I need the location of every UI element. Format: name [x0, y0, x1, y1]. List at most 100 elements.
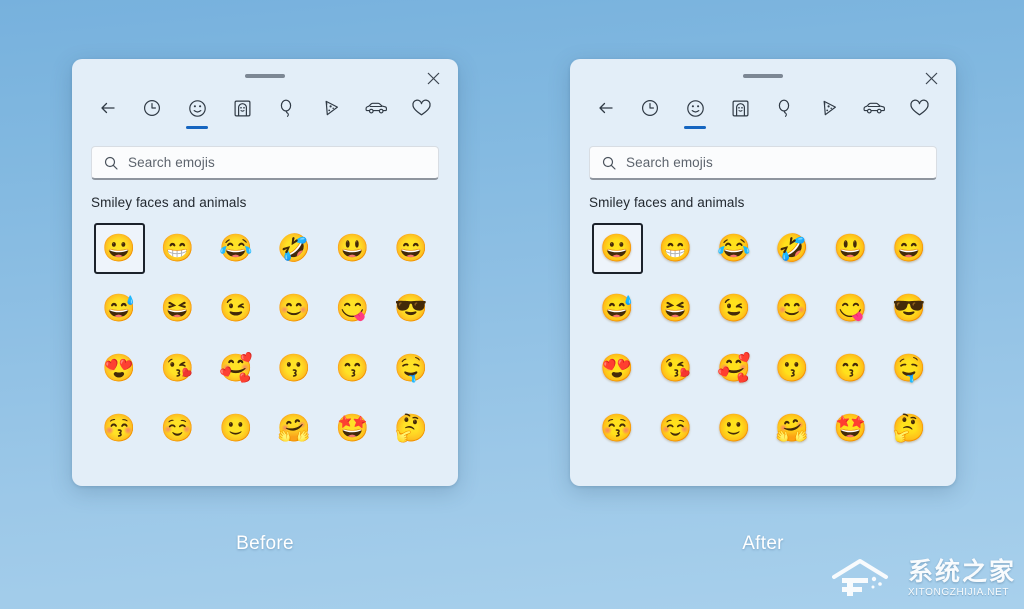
emoji-cell-smiling-face[interactable]: ☺️ — [152, 403, 203, 454]
tab-emoji[interactable] — [673, 95, 718, 135]
emoji-cell-grinning-face[interactable]: 😀 — [591, 222, 643, 274]
tab-underline — [186, 126, 209, 129]
emoji-cell-beaming-face-with-smiling-eyes[interactable]: 😁 — [152, 223, 203, 274]
emoji-cell-beaming-face-with-smiling-eyes[interactable]: 😁 — [650, 223, 701, 274]
tab-celebration[interactable] — [265, 95, 310, 135]
balloon-icon — [277, 95, 297, 121]
emoji-cell-winking-face[interactable]: 😉 — [210, 283, 261, 334]
emoji-cell-smiling-face-with-smiling-eyes[interactable]: 😊 — [767, 283, 818, 334]
emoji-glyph: 🤤 — [892, 352, 926, 383]
emoji-cell-smiling-face-with-hearts[interactable]: 🥰 — [708, 343, 759, 394]
tab-recent[interactable] — [130, 95, 175, 135]
emoji-glyph: 🥰 — [219, 352, 253, 383]
smiley-face-icon — [685, 95, 706, 121]
emoji-cell-grinning-face-with-smiling-eyes[interactable]: 😄 — [883, 223, 934, 274]
emoji-cell-kissing-face-with-closed-eyes[interactable]: 😚 — [592, 403, 643, 454]
emoji-glyph: 🙂 — [219, 412, 253, 443]
close-button[interactable] — [916, 65, 946, 91]
tab-emoji[interactable] — [175, 95, 220, 135]
emoji-glyph: 😚 — [600, 412, 634, 443]
close-button[interactable] — [418, 65, 448, 91]
tab-underline — [97, 126, 119, 129]
emoji-cell-face-with-tears-of-joy[interactable]: 😂 — [210, 223, 261, 274]
emoji-glyph: 🤗 — [277, 412, 311, 443]
emoji-cell-rolling-on-the-floor-laughing[interactable]: 🤣 — [269, 223, 320, 274]
search-input[interactable]: Search emojis — [91, 146, 439, 180]
emoji-cell-hugging-face[interactable]: 🤗 — [767, 403, 818, 454]
emoji-cell-grinning-face-with-sweat[interactable]: 😅 — [592, 283, 643, 334]
emoji-glyph: 😉 — [219, 292, 253, 323]
watermark: 系统之家 XITONGZHIJIA.NET — [830, 557, 1016, 601]
tab-gifs[interactable] — [220, 95, 265, 135]
emoji-cell-thinking-face[interactable]: 🤔 — [385, 403, 436, 454]
tab-symbols[interactable] — [897, 95, 942, 135]
emoji-cell-kissing-face-with-smiling-eyes[interactable]: 😙 — [825, 343, 876, 394]
category-tabbar — [72, 95, 458, 139]
tab-recent[interactable] — [628, 95, 673, 135]
emoji-cell-slightly-smiling-face[interactable]: 🙂 — [210, 403, 261, 454]
tab-travel[interactable] — [852, 95, 897, 135]
emoji-cell-smiling-face-with-hearts[interactable]: 🥰 — [210, 343, 261, 394]
emoji-cell-rolling-on-the-floor-laughing[interactable]: 🤣 — [767, 223, 818, 274]
emoji-cell-drooling-face[interactable]: 🤤 — [883, 343, 934, 394]
drag-handle[interactable] — [743, 74, 783, 78]
emoji-cell-face-blowing-a-kiss[interactable]: 😘 — [650, 343, 701, 394]
emoji-glyph: 🙂 — [717, 412, 751, 443]
emoji-glyph: ☺️ — [160, 412, 195, 443]
emoji-cell-drooling-face[interactable]: 🤤 — [385, 343, 436, 394]
clock-icon — [640, 95, 660, 121]
watermark-logo-icon — [830, 557, 902, 601]
emoji-glyph: 🤣 — [775, 232, 809, 263]
emoji-cell-smiling-face[interactable]: ☺️ — [650, 403, 701, 454]
emoji-cell-slightly-smiling-face[interactable]: 🙂 — [708, 403, 759, 454]
panel-titlebar — [72, 59, 458, 95]
tab-underline — [819, 126, 841, 129]
emoji-cell-smiling-face-with-heart-eyes[interactable]: 😍 — [94, 343, 145, 394]
emoji-glyph: 😊 — [277, 292, 311, 323]
emoji-glyph: 😄 — [394, 232, 428, 263]
emoji-cell-face-savoring-food[interactable]: 😋 — [327, 283, 378, 334]
emoji-cell-grinning-face[interactable]: 😀 — [93, 222, 145, 274]
emoji-cell-grinning-face-with-big-eyes[interactable]: 😃 — [825, 223, 876, 274]
clock-icon — [142, 95, 162, 121]
back-arrow-icon — [98, 95, 118, 121]
emoji-cell-kissing-face-with-closed-eyes[interactable]: 😚 — [94, 403, 145, 454]
tab-celebration[interactable] — [763, 95, 808, 135]
emoji-cell-grinning-face-with-big-eyes[interactable]: 😃 — [327, 223, 378, 274]
tab-food[interactable] — [309, 95, 354, 135]
emoji-cell-kissing-face-with-smiling-eyes[interactable]: 😙 — [327, 343, 378, 394]
emoji-cell-grinning-squinting-face[interactable]: 😆 — [650, 283, 701, 334]
tab-food[interactable] — [807, 95, 852, 135]
emoji-cell-grinning-squinting-face[interactable]: 😆 — [152, 283, 203, 334]
emoji-cell-thinking-face[interactable]: 🤔 — [883, 403, 934, 454]
emoji-cell-face-savoring-food[interactable]: 😋 — [825, 283, 876, 334]
tab-underline — [595, 126, 617, 129]
tab-underline — [684, 126, 707, 129]
sidebar-item-back[interactable] — [86, 95, 130, 135]
drag-handle[interactable] — [245, 74, 285, 78]
screenshot-stage: Search emojis Smiley faces and animals 😀… — [0, 0, 1024, 609]
tab-gifs[interactable] — [718, 95, 763, 135]
pizza-icon — [819, 95, 840, 121]
tab-travel[interactable] — [354, 95, 399, 135]
emoji-cell-grinning-face-with-smiling-eyes[interactable]: 😄 — [385, 223, 436, 274]
emoji-cell-star-struck[interactable]: 🤩 — [825, 403, 876, 454]
emoji-cell-grinning-face-with-sweat[interactable]: 😅 — [94, 283, 145, 334]
emoji-cell-kissing-face[interactable]: 😗 — [269, 343, 320, 394]
emoji-glyph: 😗 — [775, 352, 809, 383]
emoji-cell-smiling-face-with-heart-eyes[interactable]: 😍 — [592, 343, 643, 394]
emoji-cell-smiling-face-with-smiling-eyes[interactable]: 😊 — [269, 283, 320, 334]
emoji-cell-kissing-face[interactable]: 😗 — [767, 343, 818, 394]
emoji-cell-hugging-face[interactable]: 🤗 — [269, 403, 320, 454]
emoji-glyph: 😉 — [717, 292, 751, 323]
emoji-cell-star-struck[interactable]: 🤩 — [327, 403, 378, 454]
emoji-cell-face-blowing-a-kiss[interactable]: 😘 — [152, 343, 203, 394]
emoji-cell-face-with-tears-of-joy[interactable]: 😂 — [708, 223, 759, 274]
emoji-cell-smiling-face-with-sunglasses[interactable]: 😎 — [883, 283, 934, 334]
emoji-cell-smiling-face-with-sunglasses[interactable]: 😎 — [385, 283, 436, 334]
tab-underline — [366, 126, 388, 129]
sidebar-item-back[interactable] — [584, 95, 628, 135]
search-input[interactable]: Search emojis — [589, 146, 937, 180]
emoji-cell-winking-face[interactable]: 😉 — [708, 283, 759, 334]
tab-symbols[interactable] — [399, 95, 444, 135]
